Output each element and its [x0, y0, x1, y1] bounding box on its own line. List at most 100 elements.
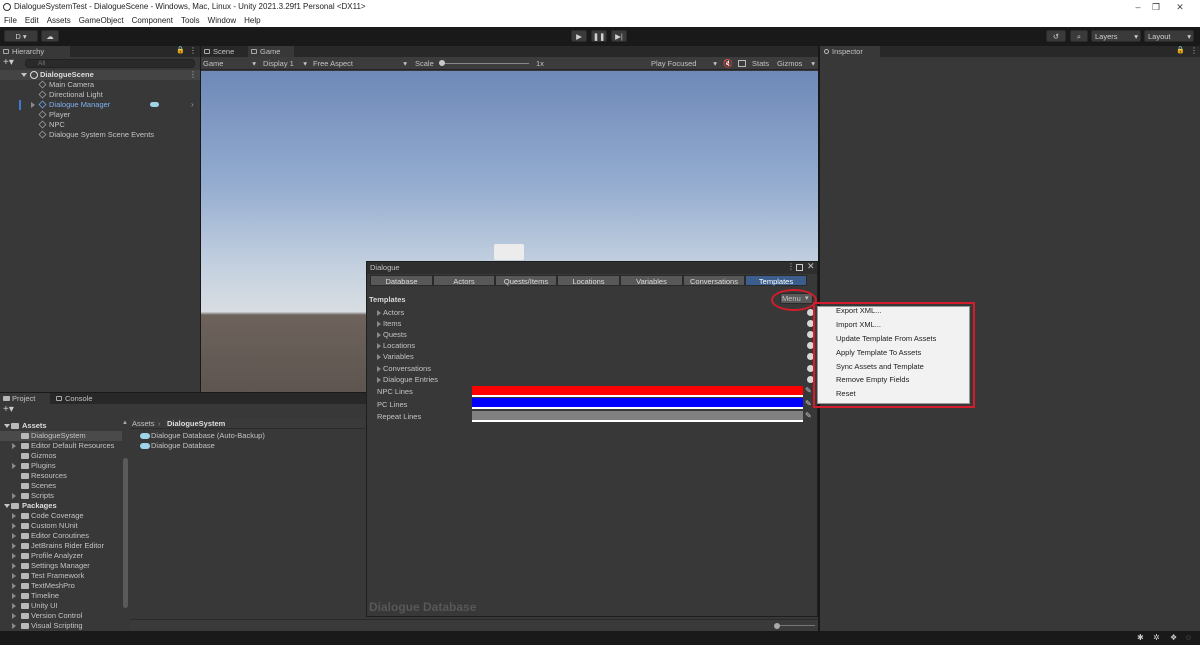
- tab-variables[interactable]: Variables: [620, 275, 683, 286]
- foldout-actors[interactable]: Actors: [377, 308, 404, 318]
- tab-templates[interactable]: Templates: [745, 275, 807, 286]
- foldout-variables[interactable]: Variables: [377, 352, 414, 362]
- tree-item[interactable]: Visual Scripting: [0, 621, 122, 631]
- menu-gameobject[interactable]: GameObject: [75, 14, 128, 27]
- tree-item[interactable]: Resources: [0, 471, 122, 481]
- tree-item[interactable]: Settings Manager: [0, 561, 122, 571]
- tree-item[interactable]: Timeline: [0, 591, 122, 601]
- eyedropper-icon[interactable]: ✎: [805, 386, 812, 395]
- tab-project[interactable]: Project: [0, 393, 50, 404]
- tab-hierarchy[interactable]: Hierarchy: [0, 46, 70, 57]
- aspect-dropdown[interactable]: Free Aspect ▾: [313, 59, 409, 69]
- tab-conversations[interactable]: Conversations: [683, 275, 745, 286]
- notification-icon[interactable]: ❖: [1170, 633, 1177, 642]
- scene-row[interactable]: DialogueScene ⋮: [0, 70, 200, 80]
- eyedropper-icon[interactable]: ✎: [805, 411, 812, 420]
- file-item[interactable]: Dialogue Database (Auto-Backup): [138, 431, 358, 441]
- hierarchy-search-input[interactable]: All: [25, 59, 195, 68]
- more-options-icon[interactable]: ⋮: [1190, 46, 1198, 55]
- history-icon[interactable]: ↺: [1046, 30, 1066, 42]
- icon-size-slider[interactable]: [775, 625, 815, 626]
- tree-item[interactable]: Custom NUnit: [0, 521, 122, 531]
- more-options-icon[interactable]: ⋮: [787, 262, 795, 271]
- pc-lines-color-field[interactable]: [472, 398, 803, 409]
- tree-item-selected[interactable]: DialogueSystem: [0, 431, 122, 441]
- project-tree-scrollbar[interactable]: [123, 458, 128, 608]
- menu-file[interactable]: File: [0, 14, 21, 27]
- breadcrumb-current[interactable]: DialogueSystem: [167, 419, 225, 429]
- foldout-locations[interactable]: Locations: [377, 341, 415, 351]
- tree-item[interactable]: Assets: [0, 421, 122, 431]
- tab-inspector[interactable]: Inspector: [820, 46, 880, 57]
- minimize-button[interactable]: –: [1128, 0, 1148, 14]
- search-icon[interactable]: ⌕: [1070, 30, 1088, 42]
- foldout-items[interactable]: Items: [377, 319, 401, 329]
- tab-quests-items[interactable]: Quests/Items: [495, 275, 557, 286]
- menu-component[interactable]: Component: [128, 14, 177, 27]
- gizmos-dropdown[interactable]: Gizmos ▾: [777, 59, 817, 69]
- menu-help[interactable]: Help: [240, 14, 264, 27]
- cloud-icon[interactable]: ☁: [41, 30, 59, 42]
- play-focused-dropdown[interactable]: Play Focused ▾: [651, 59, 717, 69]
- tab-console[interactable]: Console: [53, 393, 103, 404]
- tree-item[interactable]: Test Framework: [0, 571, 122, 581]
- hierarchy-item-selected[interactable]: Dialogue Manager ›: [0, 100, 200, 110]
- menu-edit[interactable]: Edit: [21, 14, 43, 27]
- tree-item[interactable]: Gizmos: [0, 451, 122, 461]
- repeat-lines-color-field[interactable]: [472, 411, 803, 422]
- tab-actors[interactable]: Actors: [433, 275, 495, 286]
- tree-item[interactable]: Plugins: [0, 461, 122, 471]
- game-dropdown[interactable]: Game ▾: [203, 59, 258, 69]
- bug-icon[interactable]: ✲: [1153, 633, 1160, 642]
- hierarchy-item[interactable]: NPC: [0, 120, 200, 130]
- tree-item[interactable]: Version Control: [0, 611, 122, 621]
- collab-icon[interactable]: ✱: [1137, 633, 1144, 642]
- tab-locations[interactable]: Locations: [557, 275, 620, 286]
- tab-game[interactable]: Game: [248, 46, 294, 57]
- tree-item[interactable]: Scripts: [0, 491, 122, 501]
- tree-item[interactable]: Code Coverage: [0, 511, 122, 521]
- lock-icon[interactable]: 🔒: [176, 46, 185, 54]
- progress-icon[interactable]: ◌: [1186, 633, 1191, 642]
- more-options-icon[interactable]: ⋮: [189, 46, 197, 55]
- foldout-dialogue-entries[interactable]: Dialogue Entries: [377, 375, 438, 385]
- scale-slider[interactable]: [439, 63, 529, 64]
- hierarchy-item[interactable]: Dialogue System Scene Events: [0, 130, 200, 140]
- hierarchy-item[interactable]: Main Camera: [0, 80, 200, 90]
- hierarchy-item[interactable]: Player: [0, 110, 200, 120]
- mute-audio-icon[interactable]: 🔇: [723, 59, 733, 68]
- foldout-conversations[interactable]: Conversations: [377, 364, 431, 374]
- tree-item[interactable]: TextMeshPro: [0, 581, 122, 591]
- tree-item[interactable]: Scenes: [0, 481, 122, 491]
- close-icon[interactable]: ✕: [807, 261, 815, 272]
- lock-icon[interactable]: 🔒: [1176, 46, 1185, 54]
- pause-button[interactable]: ❚❚: [591, 30, 607, 42]
- create-asset-icon[interactable]: +▾: [3, 405, 14, 415]
- icon-size-slider-thumb[interactable]: [774, 623, 780, 629]
- keyboard-icon[interactable]: [738, 60, 746, 67]
- close-window-button[interactable]: ✕: [1170, 0, 1190, 14]
- account-button[interactable]: D ▾: [4, 30, 38, 42]
- tree-item[interactable]: Editor Default Resources: [0, 441, 122, 451]
- tab-database[interactable]: Database: [370, 275, 433, 286]
- hierarchy-item[interactable]: Directional Light: [0, 90, 200, 100]
- menu-tools[interactable]: Tools: [177, 14, 204, 27]
- file-item[interactable]: Dialogue Database: [138, 441, 358, 451]
- display-dropdown[interactable]: Display 1 ▾: [263, 59, 309, 69]
- play-button[interactable]: ▶: [571, 30, 587, 42]
- eyedropper-icon[interactable]: ✎: [805, 399, 812, 408]
- tree-item[interactable]: Profile Analyzer: [0, 551, 122, 561]
- tree-item[interactable]: Packages: [0, 501, 122, 511]
- more-options-icon[interactable]: ⋮: [189, 70, 197, 79]
- maximize-icon[interactable]: [796, 264, 803, 271]
- npc-lines-color-field[interactable]: [472, 386, 803, 397]
- breadcrumb-assets[interactable]: Assets: [132, 419, 155, 429]
- add-icon[interactable]: +▾: [3, 58, 14, 68]
- tree-item[interactable]: Unity UI: [0, 601, 122, 611]
- step-button[interactable]: ▶|: [611, 30, 627, 42]
- chevron-right-icon[interactable]: ›: [191, 100, 194, 109]
- maximize-button[interactable]: ❐: [1146, 0, 1166, 14]
- tree-item[interactable]: Editor Coroutines: [0, 531, 122, 541]
- scale-slider-thumb[interactable]: [439, 60, 445, 66]
- layout-dropdown[interactable]: Layout ▾: [1144, 30, 1194, 42]
